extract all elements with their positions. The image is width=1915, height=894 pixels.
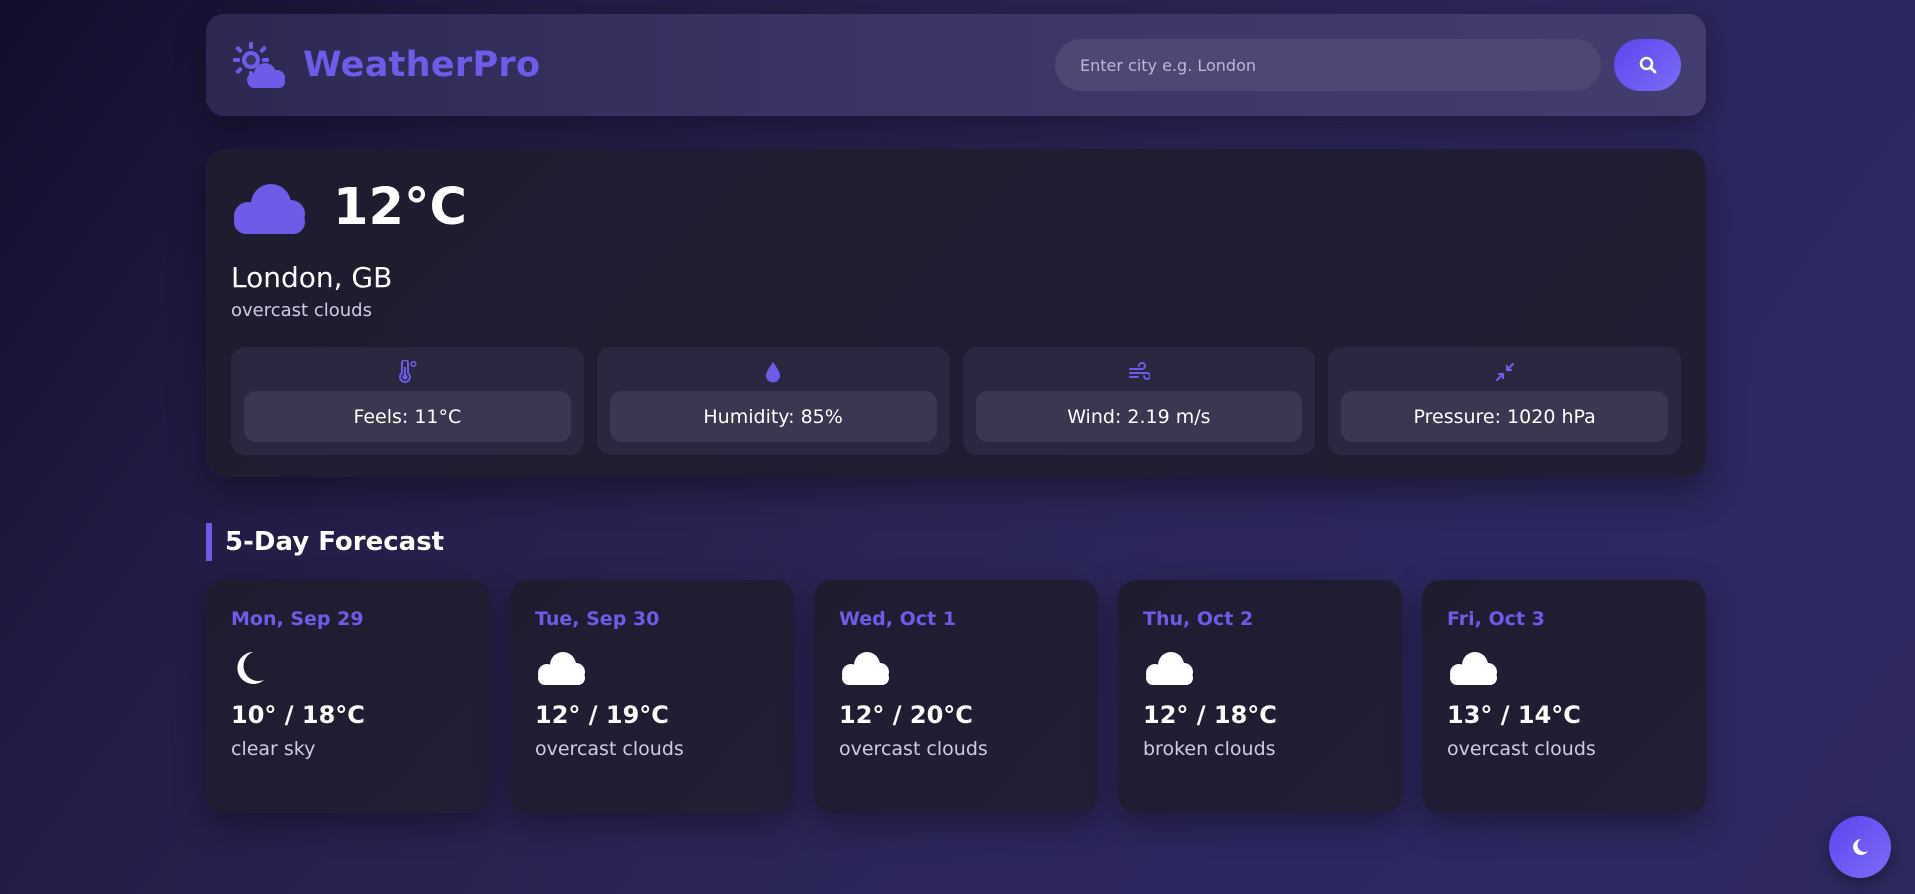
compress-icon bbox=[1495, 362, 1514, 382]
moon-icon bbox=[1853, 839, 1868, 855]
search-bar bbox=[1055, 39, 1681, 91]
forecast-temps: 12° / 19°C bbox=[535, 701, 669, 729]
sun-cloud-icon bbox=[233, 42, 285, 88]
cloud-icon bbox=[538, 652, 585, 685]
forecast-temps: 12° / 20°C bbox=[839, 701, 973, 729]
feels-like-value: Feels: 11°C bbox=[244, 391, 571, 442]
moon-icon bbox=[237, 652, 264, 684]
forecast-date: Tue, Sep 30 bbox=[535, 608, 660, 630]
cloud-icon bbox=[1146, 652, 1193, 685]
forecast-description: overcast clouds bbox=[1447, 738, 1596, 760]
forecast-description: broken clouds bbox=[1143, 738, 1276, 760]
forecast-card: Tue, Sep 30 12° / 19°C overcast clouds bbox=[510, 580, 794, 813]
stat-pressure: Pressure: 1020 hPa bbox=[1328, 347, 1681, 455]
theme-toggle-button[interactable] bbox=[1829, 816, 1891, 878]
thermometer-icon bbox=[399, 360, 417, 383]
forecast-title: 5-Day Forecast bbox=[206, 523, 1706, 561]
weather-stats: Feels: 11°C Humidity: 85% Wind: 2.19 m/s bbox=[231, 347, 1681, 455]
weather-description: overcast clouds bbox=[231, 300, 372, 321]
logo: WeatherPro bbox=[231, 40, 540, 90]
forecast-temps: 10° / 18°C bbox=[231, 701, 365, 729]
forecast-date: Mon, Sep 29 bbox=[231, 608, 364, 630]
search-button[interactable] bbox=[1614, 39, 1681, 91]
forecast-list: Mon, Sep 29 10° / 18°C clear sky Tue, Se… bbox=[206, 580, 1706, 813]
forecast-temps: 13° / 14°C bbox=[1447, 701, 1581, 729]
current-summary: 12°C bbox=[231, 177, 1681, 237]
forecast-description: overcast clouds bbox=[535, 738, 684, 760]
app-container: WeatherPro 12°C L bbox=[206, 14, 1706, 813]
cloud-icon bbox=[234, 184, 305, 234]
forecast-date: Fri, Oct 3 bbox=[1447, 608, 1545, 630]
droplet-icon bbox=[766, 362, 781, 383]
forecast-temps: 12° / 18°C bbox=[1143, 701, 1277, 729]
search-icon bbox=[1639, 56, 1656, 74]
location-name: London, GB bbox=[231, 261, 393, 294]
humidity-value: Humidity: 85% bbox=[609, 391, 937, 442]
header: WeatherPro bbox=[206, 14, 1706, 116]
pressure-value: Pressure: 1020 hPa bbox=[1341, 391, 1668, 442]
cloud-icon bbox=[1450, 652, 1497, 685]
forecast-card: Wed, Oct 1 12° / 20°C overcast clouds bbox=[814, 580, 1098, 813]
forecast-date: Thu, Oct 2 bbox=[1143, 608, 1254, 630]
forecast-card: Mon, Sep 29 10° / 18°C clear sky bbox=[206, 580, 490, 813]
forecast-card: Thu, Oct 2 12° / 18°C broken clouds bbox=[1118, 580, 1402, 813]
forecast-description: overcast clouds bbox=[839, 738, 988, 760]
wind-value: Wind: 2.19 m/s bbox=[975, 391, 1303, 442]
stat-humidity: Humidity: 85% bbox=[596, 347, 950, 455]
app-title: WeatherPro bbox=[303, 45, 541, 85]
cloud-icon bbox=[842, 652, 889, 685]
search-input[interactable] bbox=[1055, 39, 1601, 91]
stat-feels-like: Feels: 11°C bbox=[231, 347, 584, 455]
stat-wind: Wind: 2.19 m/s bbox=[962, 347, 1316, 455]
forecast-card: Fri, Oct 3 13° / 14°C overcast clouds bbox=[1422, 580, 1706, 813]
current-weather-card: 12°C London, GB overcast clouds Feels: 1… bbox=[206, 149, 1706, 477]
wind-icon bbox=[1128, 362, 1150, 380]
forecast-description: clear sky bbox=[231, 738, 316, 760]
current-temperature: 12°C bbox=[333, 177, 467, 237]
forecast-date: Wed, Oct 1 bbox=[839, 608, 956, 630]
